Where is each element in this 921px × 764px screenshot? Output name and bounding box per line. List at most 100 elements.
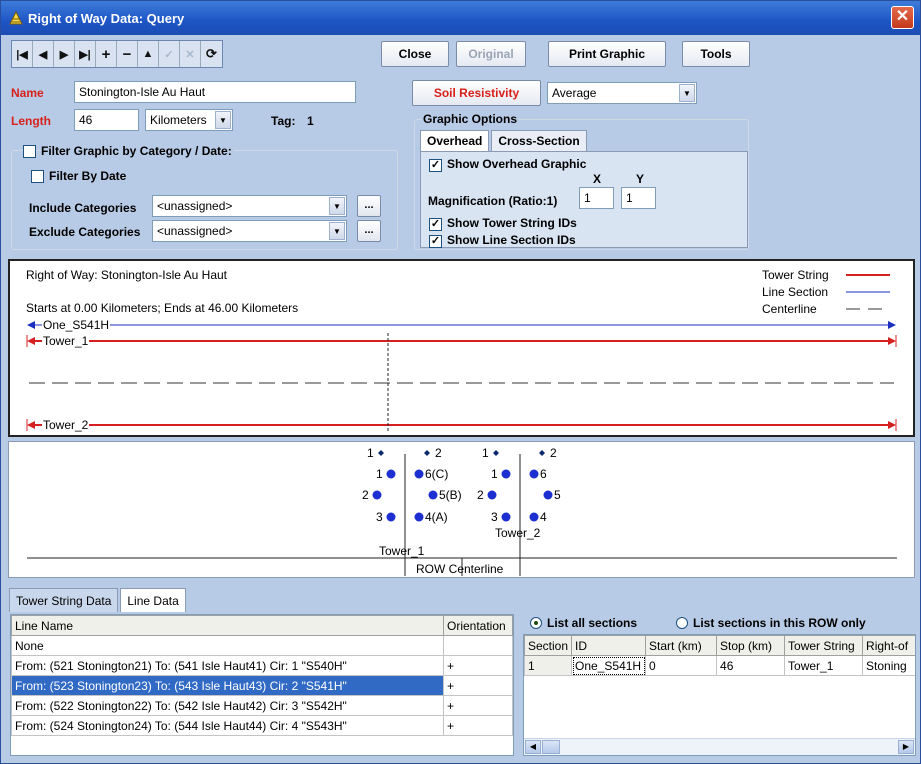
tower1-conductor-3-label: 3 <box>376 510 383 524</box>
triangle-up-icon: ▲ <box>142 48 154 60</box>
minus-icon: − <box>122 45 132 63</box>
tower-string-cell[interactable]: Tower_1 <box>784 655 864 676</box>
list-all-sections-radio[interactable] <box>530 617 542 629</box>
show-tower-ids-checkbox[interactable]: ✓ <box>429 218 442 231</box>
close-icon: ✕ <box>895 8 910 25</box>
col-line-name[interactable]: Line Name <box>11 615 444 636</box>
length-input[interactable]: 46 <box>74 109 139 131</box>
conductor-b4 <box>529 512 539 522</box>
soil-resistivity-value: Average <box>552 86 597 100</box>
tower-2-right-arrow <box>888 421 896 429</box>
chevron-down-icon: ▼ <box>215 111 231 129</box>
scroll-thumb[interactable] <box>542 740 560 754</box>
line-name-cell[interactable]: From: (524 Stonington24) To: (544 Isle H… <box>11 715 444 736</box>
magnification-x-input[interactable]: 1 <box>579 187 614 209</box>
col-stop[interactable]: Stop (km) <box>716 635 786 656</box>
next-record-button[interactable]: ▶ <box>54 41 75 67</box>
orientation-cell[interactable]: + <box>443 695 513 716</box>
tab-cross-section[interactable]: Cross-Section <box>491 130 587 151</box>
tower1-shield-2-label: 2 <box>435 446 442 460</box>
length-unit-value: Kilometers <box>150 113 207 127</box>
col-right-of-way[interactable]: Right-of <box>862 635 915 656</box>
previous-icon: ◀ <box>38 48 48 61</box>
orientation-cell[interactable]: + <box>443 655 513 676</box>
start-cell[interactable]: 0 <box>645 655 718 676</box>
last-record-button[interactable]: ▶| <box>75 41 96 67</box>
window-close-button[interactable]: ✕ <box>891 6 914 29</box>
soil-resistivity-button[interactable]: Soil Resistivity <box>412 80 541 106</box>
close-button[interactable]: Close <box>381 41 449 67</box>
edit-record-button[interactable]: ▲ <box>138 41 159 67</box>
tab-line-data[interactable]: Line Data <box>120 588 186 612</box>
line-section-label: One_S541H <box>42 318 111 332</box>
add-record-button[interactable]: + <box>96 41 117 67</box>
graphic-options-tabs: Overhead Cross-Section <box>420 130 589 151</box>
col-start[interactable]: Start (km) <box>645 635 718 656</box>
tab-overhead[interactable]: Overhead <box>420 130 490 151</box>
filter-by-date-checkbox[interactable] <box>31 170 44 183</box>
magnification-y-input[interactable]: 1 <box>621 187 656 209</box>
shield-wire-b1 <box>493 450 499 456</box>
orientation-cell[interactable] <box>443 635 513 656</box>
table-row[interactable]: From: (522 Stonington22) To: (542 Isle H… <box>11 695 513 716</box>
list-row-sections-radio[interactable] <box>676 617 688 629</box>
exclude-categories-browse-button[interactable]: ... <box>357 220 381 242</box>
print-graphic-button[interactable]: Print Graphic <box>548 41 666 67</box>
right-of-way-cell[interactable]: Stoning <box>862 655 915 676</box>
show-line-ids-checkbox[interactable]: ✓ <box>429 235 442 248</box>
include-categories-select[interactable]: <unassigned> ▼ <box>152 195 347 217</box>
tower-1-right-arrow <box>888 337 896 345</box>
col-id[interactable]: ID <box>571 635 647 656</box>
refresh-button[interactable]: ⟳ <box>201 41 222 67</box>
line-name-cell[interactable]: None <box>11 635 444 656</box>
orientation-cell[interactable]: + <box>443 715 513 736</box>
table-row-selected[interactable]: From: (523 Stonington23) To: (543 Isle H… <box>11 675 513 696</box>
first-icon: |◀ <box>16 48 28 61</box>
col-orientation[interactable]: Orientation <box>443 615 513 636</box>
scroll-left-arrow-icon[interactable]: ◀ <box>525 740 541 754</box>
soil-resistivity-select[interactable]: Average ▼ <box>547 82 697 104</box>
tower2-shield-2-label: 2 <box>550 446 557 460</box>
tower1-conductor-1-label: 1 <box>376 467 383 481</box>
query-window: Right of Way Data: Query ✕ |◀ ◀ ▶ ▶| + −… <box>0 0 921 764</box>
name-input[interactable]: Stonington-Isle Au Haut <box>74 81 356 103</box>
section-cell[interactable]: 1 <box>524 655 573 676</box>
next-icon: ▶ <box>59 48 69 61</box>
stop-cell[interactable]: 46 <box>716 655 786 676</box>
include-categories-browse-button[interactable]: ... <box>357 195 381 217</box>
conductor-a3 <box>386 512 396 522</box>
table-row[interactable]: 1 One_S541H 0 46 Tower_1 Stoning <box>524 655 915 676</box>
post-edit-button[interactable]: ✓ <box>159 41 180 67</box>
first-record-button[interactable]: |◀ <box>12 41 33 67</box>
length-unit-select[interactable]: Kilometers ▼ <box>145 109 233 131</box>
toolbar: |◀ ◀ ▶ ▶| + − ▲ ✓ ✕ ⟳ Close Original Pri… <box>5 37 917 73</box>
include-categories-label: Include Categories <box>29 201 137 215</box>
tools-button[interactable]: Tools <box>682 41 750 67</box>
line-name-cell[interactable]: From: (523 Stonington23) To: (543 Isle H… <box>11 675 444 696</box>
scroll-right-arrow-icon[interactable]: ▶ <box>898 740 914 754</box>
original-button[interactable]: Original <box>456 41 526 67</box>
previous-record-button[interactable]: ◀ <box>33 41 54 67</box>
exclude-categories-select[interactable]: <unassigned> ▼ <box>152 220 347 242</box>
tower2-conductor-6-label: 6 <box>540 467 547 481</box>
title-bar: Right of Way Data: Query ✕ <box>1 1 920 35</box>
tower1-conductor-2-label: 2 <box>362 488 369 502</box>
table-row[interactable]: From: (524 Stonington24) To: (544 Isle H… <box>11 715 513 736</box>
show-overhead-checkbox[interactable]: ✓ <box>429 159 442 172</box>
cancel-edit-button[interactable]: ✕ <box>180 41 201 67</box>
delete-record-button[interactable]: − <box>117 41 138 67</box>
line-name-cell[interactable]: From: (521 Stonington21) To: (541 Isle H… <box>11 655 444 676</box>
filter-graphic-checkbox[interactable] <box>23 145 36 158</box>
col-section[interactable]: Section <box>524 635 573 656</box>
orientation-cell[interactable]: + <box>443 675 513 696</box>
id-cell[interactable]: One_S541H <box>571 655 647 676</box>
col-tower-string[interactable]: Tower String <box>784 635 864 656</box>
tab-tower-string-data[interactable]: Tower String Data <box>9 588 119 612</box>
show-line-ids-label: Show Line Section IDs <box>447 233 576 247</box>
table-row[interactable]: From: (521 Stonington21) To: (541 Isle H… <box>11 655 513 676</box>
name-label: Name <box>11 86 44 100</box>
line-name-cell[interactable]: From: (522 Stonington22) To: (542 Isle H… <box>11 695 444 716</box>
table-row[interactable]: None <box>11 635 513 656</box>
conductor-b6 <box>529 469 539 479</box>
sections-horizontal-scrollbar[interactable]: ◀ ▶ <box>524 738 915 755</box>
